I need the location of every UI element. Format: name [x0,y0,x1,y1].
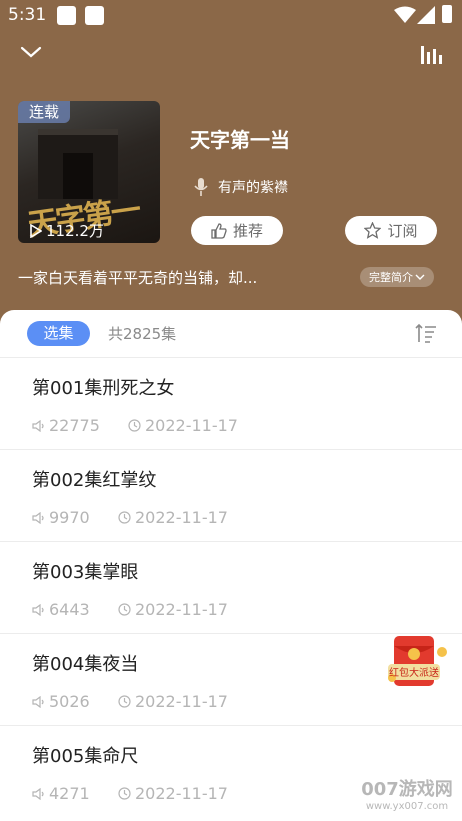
clock-icon [128,419,141,432]
narrator-name: 有声的紫襟 [218,180,288,196]
status-bar: 5:31 [0,0,462,30]
play-icon [30,223,42,238]
episode-date: 2022-11-17 [118,692,228,711]
episode-date-text: 2022-11-17 [135,508,228,527]
episode-date-text: 2022-11-17 [135,600,228,619]
serial-badge: 连载 [18,101,70,123]
red-packet-promo[interactable]: 红包大派送 [386,632,450,692]
book-title: 天字第一当 [190,128,290,152]
notification-icon [85,6,104,25]
episode-date: 2022-11-17 [118,784,228,803]
clock-icon [118,603,131,616]
episode-plays: 4271 [32,784,90,803]
subscribe-button[interactable]: 订阅 [345,216,437,245]
notification-icon [57,6,76,25]
episode-date-text: 2022-11-17 [135,692,228,711]
site-watermark: 007游戏网 www.yx007.com [352,775,462,819]
episode-plays: 6443 [32,600,90,619]
equalizer-icon[interactable] [420,44,442,64]
thumbs-up-icon [211,222,227,239]
sort-icon[interactable] [415,322,437,344]
episode-title: 第003集掌眼 [32,562,139,583]
episode-date: 2022-11-17 [128,416,238,435]
chevron-down-icon[interactable] [20,45,42,59]
wifi-icon [394,6,416,23]
episode-row[interactable]: 第003集掌眼 6443 2022-11-17 [0,542,462,634]
episode-date: 2022-11-17 [118,600,228,619]
total-episodes: 共2825集 [108,325,177,343]
book-cover[interactable]: 天字第一当 连载 112.2万 [18,101,160,243]
red-packet-label: 红包大派送 [389,666,439,679]
battery-icon [442,5,452,23]
episode-tab-bar: 选集 共2825集 [0,310,462,358]
episode-play-count: 5026 [49,692,90,711]
episode-plays: 22775 [32,416,100,435]
episode-panel: 选集 共2825集 第001集刑死之女 22775 2022-11-17 第00… [0,310,462,821]
subscribe-label: 订阅 [387,222,418,240]
chevron-down-icon [415,274,425,280]
full-intro-label: 完整简介 [369,271,413,284]
episode-row[interactable]: 第002集红掌纹 9970 2022-11-17 [0,450,462,542]
book-header: 5:31 天字第一当 连载 112.2万 天字第一当 有声的紫襟 推荐 订阅 一… [0,0,462,330]
episode-date-text: 2022-11-17 [145,416,238,435]
episode-play-count: 9970 [49,508,90,527]
episode-play-count: 22775 [49,416,100,435]
clock-icon [118,695,131,708]
tab-episodes[interactable]: 选集 [27,321,90,346]
episode-plays: 9970 [32,508,90,527]
episode-play-count: 4271 [49,784,90,803]
synopsis: 一家白天看着平平无奇的当铺，却... [18,269,258,287]
signal-icon [417,6,435,24]
speaker-icon [32,695,44,708]
red-packet-icon: 红包大派送 [388,636,447,686]
recommend-label: 推荐 [232,222,263,240]
speaker-icon [32,511,44,524]
episode-title: 第004集夜当 [32,654,139,675]
episode-date: 2022-11-17 [118,508,228,527]
clock-icon [118,787,131,800]
cover-play-count: 112.2万 [30,220,104,241]
play-count: 112.2万 [46,222,104,240]
narrator[interactable]: 有声的紫襟 [194,177,288,197]
episode-title: 第001集刑死之女 [32,378,175,399]
status-time: 5:31 [8,5,47,25]
episode-title: 第005集命尺 [32,746,139,767]
recommend-button[interactable]: 推荐 [191,216,283,245]
episode-plays: 5026 [32,692,90,711]
watermark-brand: 007游戏网 [361,779,453,800]
speaker-icon [32,603,44,616]
episode-title: 第002集红掌纹 [32,470,157,491]
episode-row[interactable]: 第001集刑死之女 22775 2022-11-17 [0,358,462,450]
speaker-icon [32,419,44,432]
full-intro-button[interactable]: 完整简介 [360,267,434,287]
episode-play-count: 6443 [49,600,90,619]
microphone-icon [194,178,208,196]
star-icon [364,222,382,239]
speaker-icon [32,787,44,800]
episode-date-text: 2022-11-17 [135,784,228,803]
watermark-url: www.yx007.com [365,801,449,812]
clock-icon [118,511,131,524]
